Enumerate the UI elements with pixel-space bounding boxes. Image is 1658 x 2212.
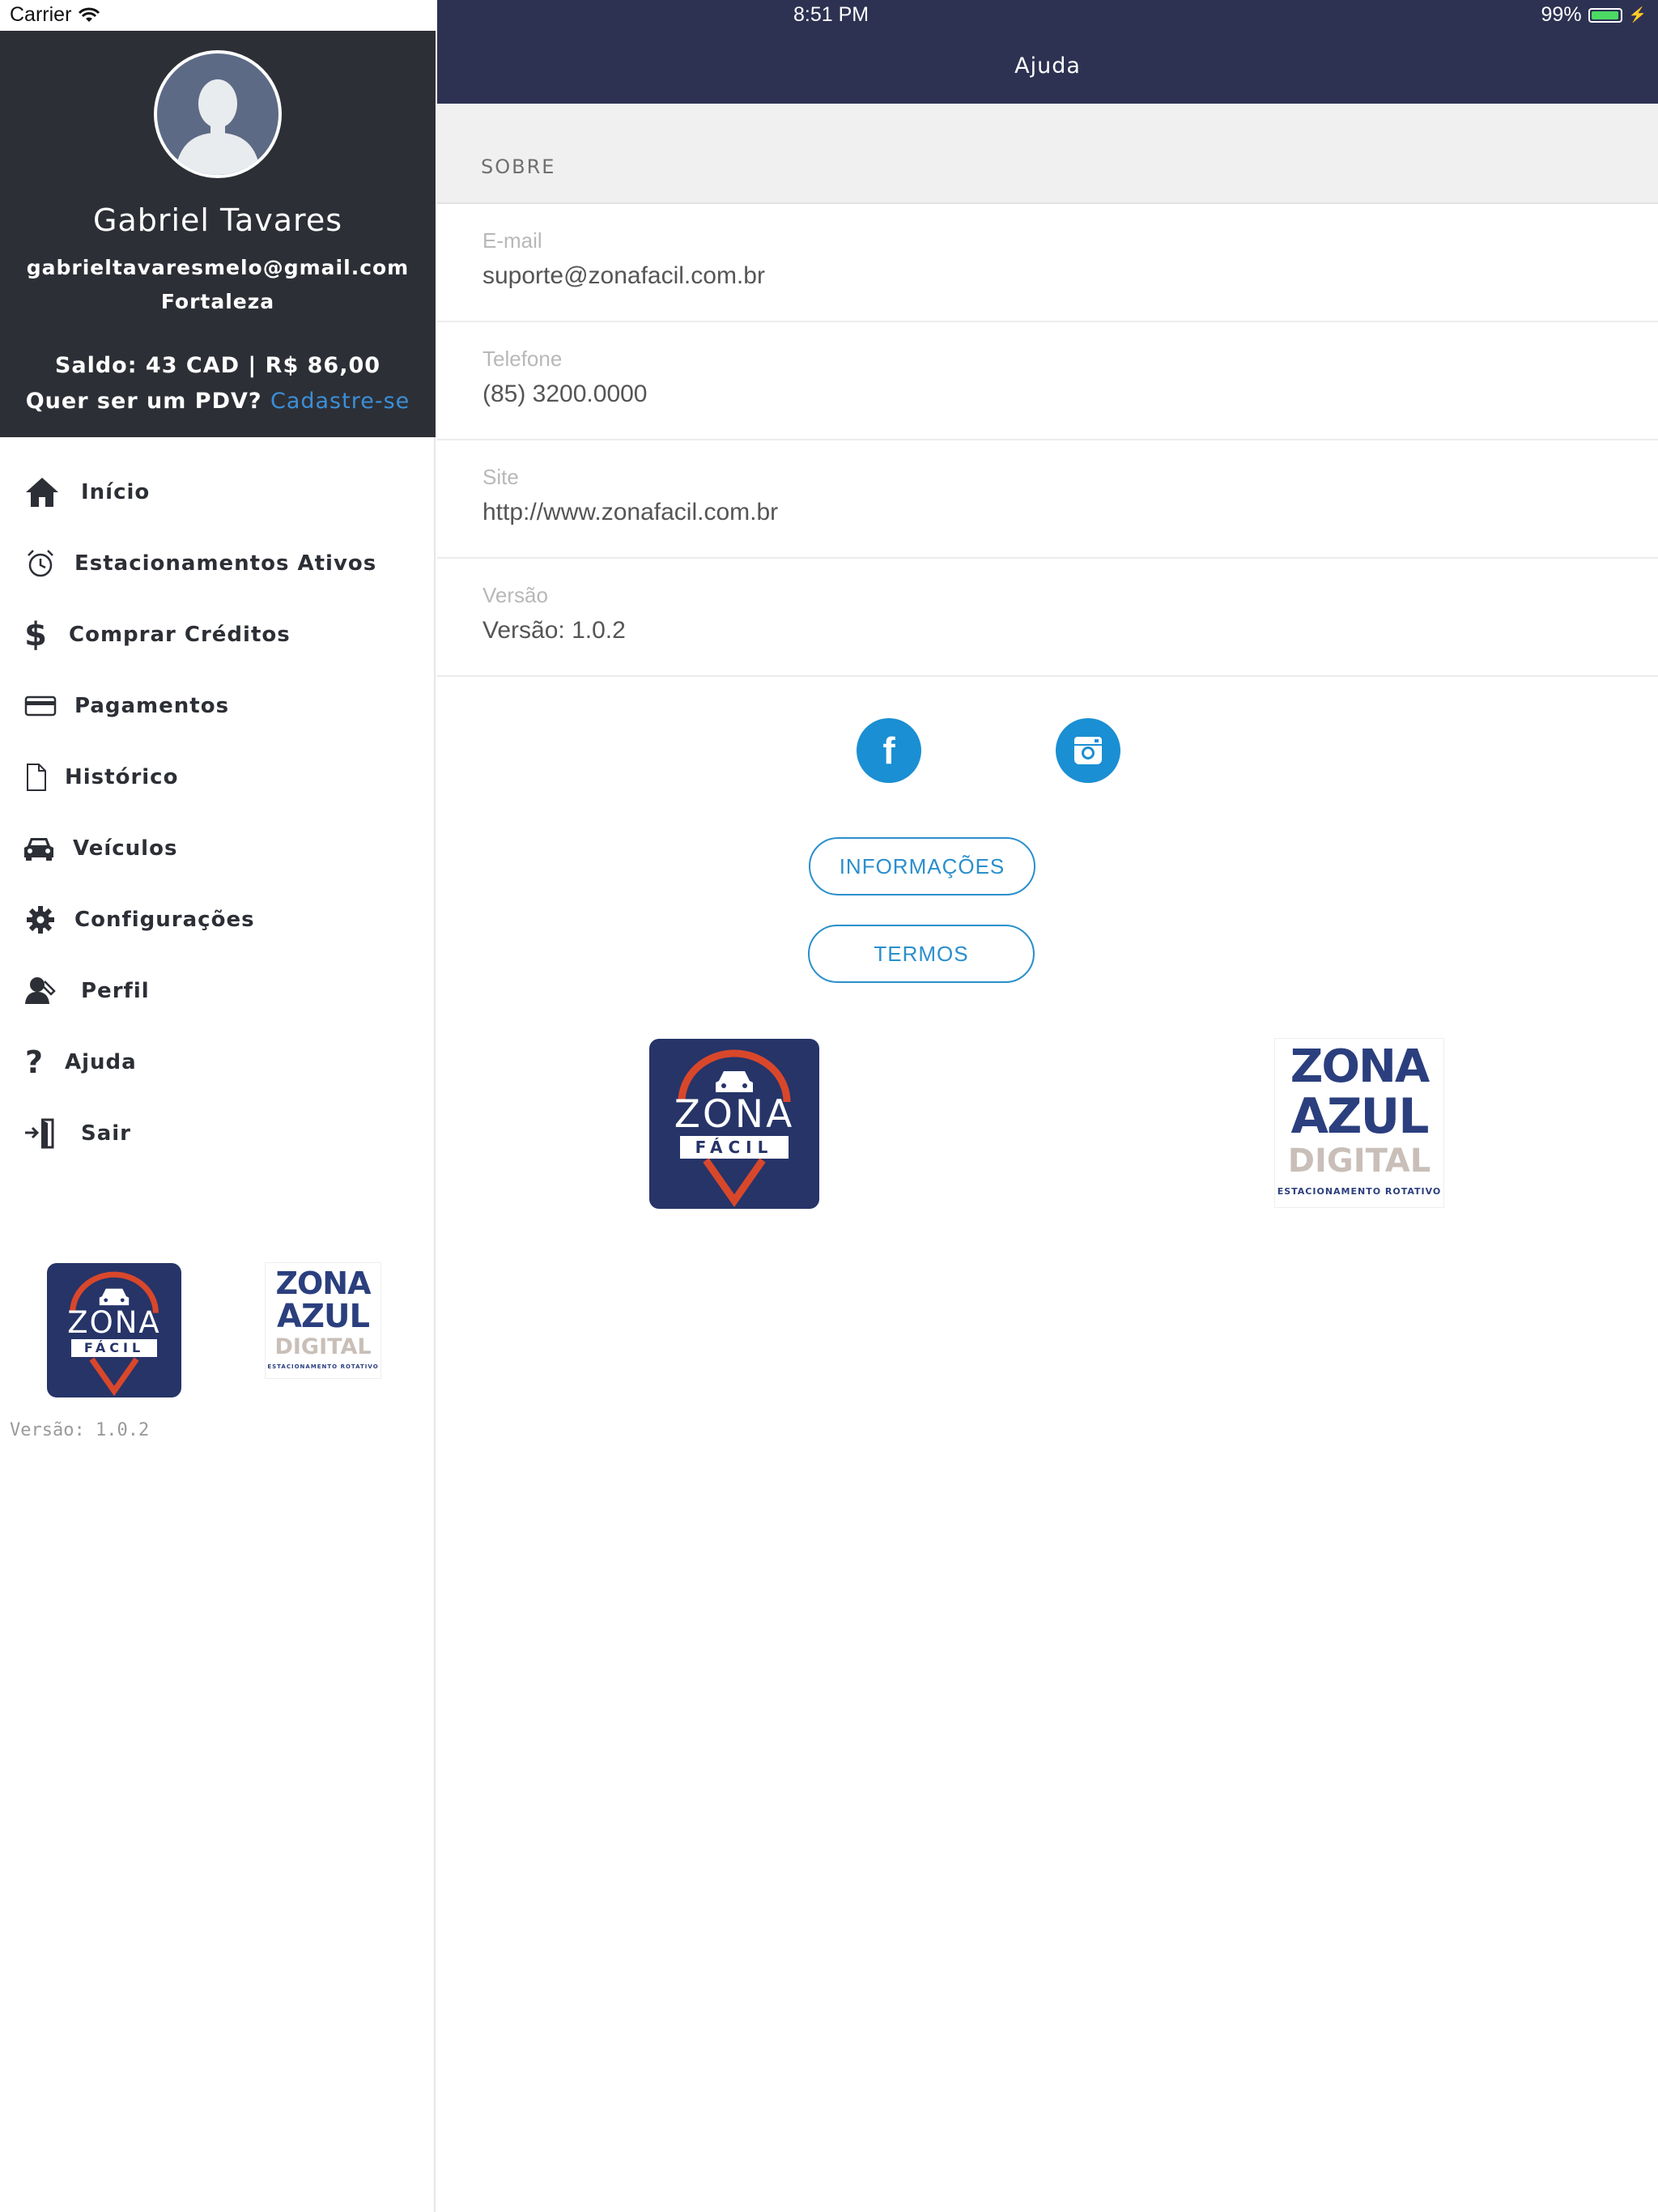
info-row-version: Versão Versão: 1.0.2	[437, 559, 1658, 677]
zona-facil-logo: ZONA FÁCIL	[47, 1263, 181, 1397]
carrier-indicator: Carrier	[10, 3, 100, 27]
info-label: Versão	[483, 583, 548, 607]
instagram-button[interactable]	[1056, 718, 1120, 783]
car-icon	[21, 831, 57, 866]
terms-button[interactable]: TERMOS	[808, 925, 1035, 983]
user-city: Fortaleza	[160, 290, 275, 313]
pdv-question: Quer ser um PDV?	[25, 389, 262, 414]
sidebar-item-label: Histórico	[65, 765, 179, 789]
sidebar-item-label: Sair	[81, 1121, 132, 1146]
charging-bolt-icon: ⚡	[1628, 6, 1647, 23]
sidebar-item-label: Perfil	[81, 979, 150, 1003]
facebook-button[interactable]: f	[857, 718, 921, 783]
sidebar-item-label: Ajuda	[65, 1050, 137, 1074]
zona-facil-word: ZONA	[67, 1305, 161, 1340]
zona-facil-word: ZONA	[674, 1092, 795, 1137]
document-icon	[18, 759, 53, 795]
battery-percent: 99%	[1541, 3, 1582, 26]
battery-indicator: 99% ⚡	[1541, 3, 1647, 27]
side-drawer: Gabriel Tavares gabrieltavaresmelo@gmail…	[0, 0, 436, 2212]
dollar-icon: $	[24, 616, 47, 653]
facebook-icon: f	[882, 730, 895, 772]
sidebar-item-historico[interactable]: Histórico	[0, 745, 436, 810]
sidebar-item-label: Configurações	[74, 908, 255, 932]
zona-azul-line3: DIGITAL	[1287, 1142, 1431, 1180]
zona-azul-digital-logo: ZONA AZUL DIGITAL ESTACIONAMENTO ROTATIV…	[1275, 1039, 1443, 1207]
instagram-icon	[1074, 737, 1102, 764]
alarm-clock-icon	[23, 546, 58, 581]
sidebar-item-label: Estacionamentos Ativos	[74, 551, 377, 576]
user-balance: Saldo: 43 CAD | R$ 86,00	[54, 353, 381, 378]
user-name: Gabriel Tavares	[93, 202, 342, 238]
zona-azul-tagline: ESTACIONAMENTO ROTATIVO	[267, 1363, 379, 1370]
page-title: Ajuda	[1014, 53, 1081, 79]
sidebar-item-label: Veículos	[73, 836, 178, 861]
sidebar-item-ajuda[interactable]: ? Ajuda	[0, 1030, 436, 1095]
app-version: Versão: 1.0.2	[10, 1420, 150, 1440]
user-edit-icon	[23, 973, 58, 1009]
info-value: http://www.zonafacil.com.br	[483, 499, 779, 525]
sidebar-item-configuracoes[interactable]: Configurações	[0, 887, 436, 952]
avatar[interactable]	[154, 50, 282, 178]
exit-door-icon	[23, 1116, 58, 1151]
section-header: SOBRE	[437, 104, 1658, 204]
zona-azul-line1: ZONA	[1290, 1040, 1430, 1093]
home-icon	[24, 474, 60, 510]
sidebar-item-label: Início	[81, 480, 151, 504]
info-label: Site	[483, 465, 519, 489]
zona-facil-sub: FÁCIL	[71, 1339, 157, 1357]
info-row-email[interactable]: E-mail suporte@zonafacil.com.br	[437, 204, 1658, 322]
zona-azul-line2: AZUL	[1290, 1088, 1430, 1145]
sidebar-item-pagamentos[interactable]: Pagamentos	[0, 674, 436, 738]
info-value: Versão: 1.0.2	[483, 617, 626, 644]
sidebar-item-sair[interactable]: Sair	[0, 1101, 436, 1166]
info-button[interactable]: INFORMAÇÕES	[809, 837, 1035, 895]
info-value: suporte@zonafacil.com.br	[483, 262, 765, 289]
info-label: E-mail	[483, 228, 542, 253]
battery-icon	[1588, 7, 1622, 23]
zona-azul-line3: DIGITAL	[274, 1334, 372, 1359]
zona-azul-tagline: ESTACIONAMENTO ROTATIVO	[1277, 1186, 1442, 1197]
sidebar-item-comprar-creditos[interactable]: $ Comprar Créditos	[0, 602, 436, 667]
info-label: Telefone	[483, 347, 563, 371]
sidebar-item-label: Pagamentos	[74, 694, 230, 718]
section-title: SOBRE	[481, 155, 556, 178]
info-row-site[interactable]: Site http://www.zonafacil.com.br	[437, 440, 1658, 559]
wifi-icon	[79, 7, 100, 22]
zona-azul-line2: AZUL	[277, 1298, 370, 1335]
credit-card-icon	[23, 688, 58, 724]
user-email: gabrieltavaresmelo@gmail.com	[26, 256, 410, 279]
zona-azul-digital-logo: ZONA AZUL DIGITAL ESTACIONAMENTO ROTATIV…	[266, 1263, 380, 1378]
question-icon: ?	[24, 1044, 44, 1080]
sidebar-item-estacionamentos-ativos[interactable]: Estacionamentos Ativos	[0, 531, 436, 596]
info-value: (85) 3200.0000	[483, 381, 648, 407]
sidebar-item-veiculos[interactable]: Veículos	[0, 816, 436, 881]
zona-facil-logo: ZONA FÁCIL	[649, 1039, 819, 1209]
register-link[interactable]: Cadastre-se	[270, 389, 410, 414]
info-row-phone[interactable]: Telefone (85) 3200.0000	[437, 322, 1658, 440]
carrier-label: Carrier	[10, 3, 72, 26]
status-bar: Carrier 8:51 PM 99% ⚡	[0, 0, 1658, 31]
zona-azul-line1: ZONA	[275, 1266, 371, 1301]
sidebar-item-perfil[interactable]: Perfil	[0, 959, 436, 1023]
gear-icon	[23, 902, 58, 938]
zona-facil-sub: FÁCIL	[680, 1136, 789, 1159]
sidebar-item-inicio[interactable]: Início	[0, 460, 436, 525]
person-silhouette-icon	[175, 79, 261, 175]
pdv-prompt: Quer ser um PDV? Cadastre-se	[0, 389, 436, 414]
clock: 8:51 PM	[793, 3, 869, 26]
sidebar-item-label: Comprar Créditos	[69, 623, 291, 647]
